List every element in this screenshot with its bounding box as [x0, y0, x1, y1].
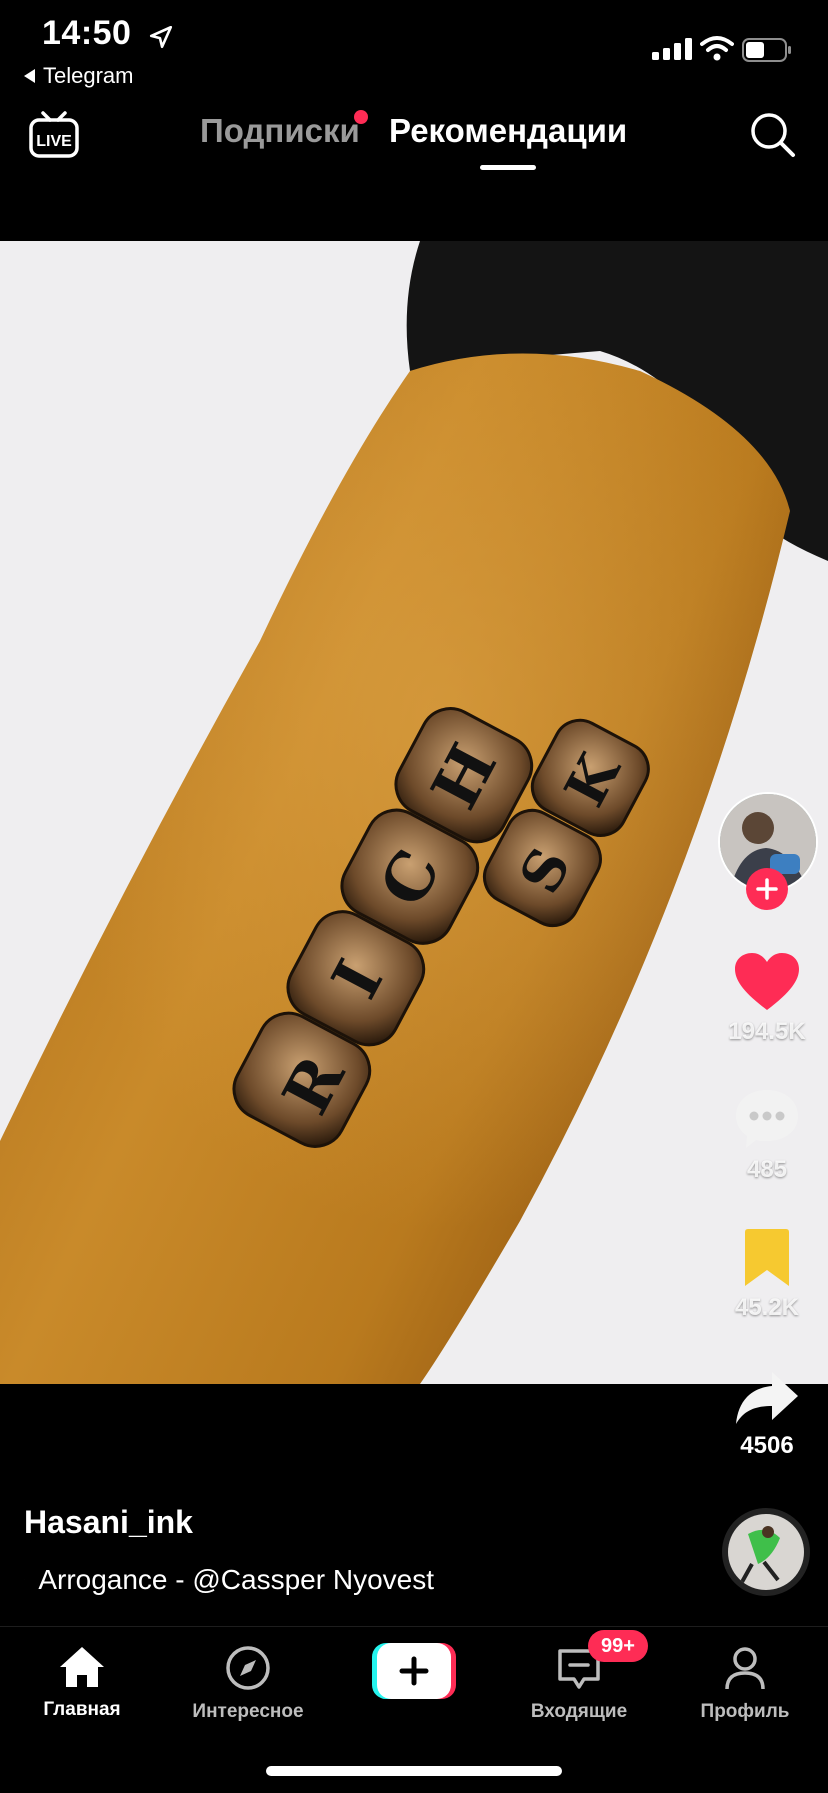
tab-for-you[interactable]: Рекомендации [389, 112, 627, 150]
wifi-icon [700, 34, 734, 62]
tab-inbox-label: Входящие [531, 1701, 627, 1723]
status-time: 14:50 [42, 14, 131, 53]
cellular-signal-icon [652, 38, 696, 60]
compass-icon [225, 1645, 271, 1691]
tab-profile[interactable]: Профиль [670, 1645, 820, 1723]
tab-following[interactable]: Подписки [200, 112, 360, 150]
plus-icon [756, 878, 778, 900]
comment-action[interactable]: 485 [717, 1088, 817, 1184]
inbox-badge: 99+ [588, 1630, 648, 1662]
tab-home-label: Главная [43, 1699, 120, 1721]
tab-profile-label: Профиль [701, 1701, 790, 1723]
live-tv-icon[interactable]: LIVE [28, 110, 80, 160]
live-label: LIVE [36, 133, 72, 150]
back-to-app-link[interactable]: Telegram [24, 63, 133, 89]
following-notification-dot [354, 110, 368, 124]
bookmark-icon [741, 1228, 793, 1288]
home-icon [58, 1645, 106, 1689]
back-app-label: Telegram [43, 63, 133, 89]
save-action[interactable]: 45.2K [717, 1228, 817, 1322]
tab-discover-label: Интересное [192, 1701, 303, 1723]
tab-home[interactable]: Главная [7, 1645, 157, 1721]
tab-discover[interactable]: Интересное [173, 1645, 323, 1723]
search-icon[interactable] [748, 110, 796, 158]
save-count: 45.2K [735, 1294, 799, 1322]
home-indicator[interactable] [266, 1766, 562, 1776]
comment-count: 485 [747, 1156, 787, 1184]
create-video-button[interactable] [372, 1643, 456, 1699]
heart-icon [733, 952, 801, 1012]
follow-plus-button[interactable] [746, 868, 788, 910]
active-tab-indicator [480, 165, 536, 170]
author-username[interactable]: Hasani_ink [24, 1504, 193, 1541]
video-frame-image: R I C H S K [0, 241, 828, 1384]
video-player[interactable]: R I C H S K [0, 241, 828, 1384]
comment-bubble-icon [734, 1088, 800, 1150]
like-count: 194.5K [728, 1018, 805, 1046]
battery-icon [742, 38, 792, 62]
music-disc[interactable] [722, 1508, 810, 1596]
profile-person-icon [722, 1645, 768, 1691]
like-action[interactable]: 194.5K [717, 952, 817, 1046]
share-count: 4506 [740, 1432, 793, 1460]
music-disc-cover [728, 1514, 804, 1590]
share-arrow-icon [734, 1370, 800, 1426]
share-action[interactable]: 4506 [717, 1370, 817, 1460]
music-track-link[interactable]: Arrogance - @Cassper Nyovest [24, 1564, 434, 1596]
back-triangle-icon [24, 69, 35, 83]
music-title: Arrogance - @Cassper Nyovest [38, 1564, 434, 1596]
location-arrow-icon [148, 24, 174, 50]
